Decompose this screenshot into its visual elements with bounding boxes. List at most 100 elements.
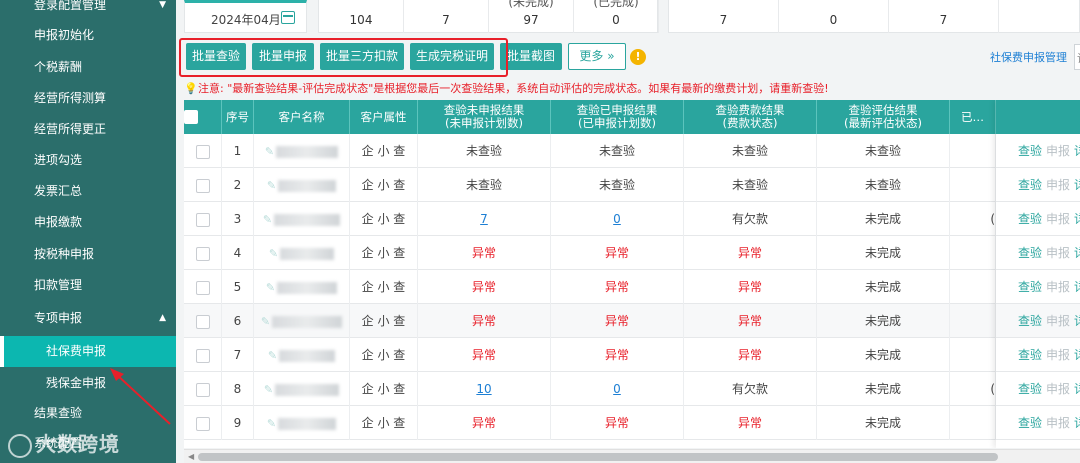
- table-row[interactable]: 5✎企 小 查异常异常异常未完成查验申报详: [184, 270, 1080, 304]
- row-checkbox-cell[interactable]: [184, 406, 222, 440]
- row-checkbox[interactable]: [195, 416, 210, 431]
- table-row[interactable]: 8✎企 小 查100有欠款未完成(查验申报详: [184, 372, 1080, 406]
- table-row[interactable]: 4✎企 小 查异常异常异常未完成查验申报详: [184, 236, 1080, 270]
- edit-icon[interactable]: ✎: [264, 383, 273, 396]
- sidebar-item-5[interactable]: 进项勾选: [0, 145, 176, 176]
- row-checkbox-cell[interactable]: [184, 372, 222, 406]
- action-declare-link[interactable]: 申报: [1046, 178, 1070, 192]
- customer-name-cell[interactable]: ✎: [254, 406, 350, 440]
- edit-icon[interactable]: ✎: [268, 349, 277, 362]
- column-header-check[interactable]: [184, 100, 222, 134]
- filter-select[interactable]: 请: [1074, 44, 1080, 70]
- row-checkbox[interactable]: [195, 280, 210, 295]
- month-picker[interactable]: 2024年04月: [184, 0, 307, 33]
- action-declare-link[interactable]: 申报: [1046, 382, 1070, 396]
- action-detail-link[interactable]: 详: [1074, 416, 1080, 430]
- sidebar-item-11[interactable]: 社保费申报: [0, 336, 176, 367]
- action-declare-link[interactable]: 申报: [1046, 212, 1070, 226]
- action-detail-link[interactable]: 详: [1074, 348, 1080, 362]
- row-checkbox-cell[interactable]: [184, 236, 222, 270]
- row-checkbox-cell[interactable]: [184, 338, 222, 372]
- edit-icon[interactable]: ✎: [261, 315, 270, 328]
- result-unreported-link[interactable]: 10: [476, 382, 491, 396]
- row-checkbox[interactable]: [195, 246, 210, 261]
- action-verify-link[interactable]: 查验: [1018, 280, 1042, 294]
- edit-icon[interactable]: ✎: [269, 247, 278, 260]
- sidebar-item-9[interactable]: 扣款管理: [0, 270, 176, 301]
- action-verify-link[interactable]: 查验: [1018, 382, 1042, 396]
- edit-icon[interactable]: ✎: [263, 213, 272, 226]
- edit-icon[interactable]: ✎: [267, 417, 276, 430]
- sidebar-item-10[interactable]: 专项申报 ▲: [0, 303, 176, 334]
- action-verify-link[interactable]: 查验: [1018, 314, 1042, 328]
- sidebar-item-3[interactable]: 经营所得测算: [0, 83, 176, 114]
- result-reported-link[interactable]: 0: [613, 212, 621, 226]
- action-detail-link[interactable]: 详: [1074, 314, 1080, 328]
- customer-name-cell[interactable]: ✎: [254, 202, 350, 236]
- sidebar-item-12[interactable]: 残保金申报: [0, 368, 176, 399]
- customer-name-cell[interactable]: ✎: [254, 338, 350, 372]
- action-declare-link[interactable]: 申报: [1046, 348, 1070, 362]
- chevron-down-icon[interactable]: ▼: [159, 0, 166, 21]
- edit-icon[interactable]: ✎: [266, 281, 275, 294]
- sidebar-item-6[interactable]: 发票汇总: [0, 176, 176, 207]
- sidebar-item-13[interactable]: 结果查验: [0, 398, 176, 429]
- action-detail-link[interactable]: 详: [1074, 144, 1080, 158]
- row-checkbox-cell[interactable]: [184, 304, 222, 338]
- result-unreported-link[interactable]: 7: [480, 212, 488, 226]
- table-row[interactable]: 7✎企 小 查异常异常异常未完成查验申报详: [184, 338, 1080, 372]
- result-reported-link[interactable]: 0: [613, 382, 621, 396]
- action-declare-link[interactable]: 申报: [1046, 280, 1070, 294]
- action-verify-link[interactable]: 查验: [1018, 416, 1042, 430]
- sidebar-item-4[interactable]: 经营所得更正: [0, 114, 176, 145]
- customer-name-cell[interactable]: ✎: [254, 304, 350, 338]
- table-row[interactable]: 6✎企 小 查异常异常异常未完成查验申报详: [184, 304, 1080, 338]
- sidebar-item-2[interactable]: 个税薪酬: [0, 52, 176, 83]
- action-declare-link[interactable]: 申报: [1046, 144, 1070, 158]
- action-declare-link[interactable]: 申报: [1046, 416, 1070, 430]
- table-row[interactable]: 9✎企 小 查异常异常异常未完成查验申报详: [184, 406, 1080, 440]
- action-verify-link[interactable]: 查验: [1018, 348, 1042, 362]
- batch-screenshot-button[interactable]: 批量截图: [500, 43, 562, 70]
- row-checkbox-cell[interactable]: [184, 202, 222, 236]
- action-detail-link[interactable]: 详: [1074, 280, 1080, 294]
- row-checkbox-cell[interactable]: [184, 168, 222, 202]
- row-checkbox[interactable]: [195, 178, 210, 193]
- action-detail-link[interactable]: 详: [1074, 178, 1080, 192]
- row-checkbox[interactable]: [195, 348, 210, 363]
- table-row[interactable]: 1✎企 小 查未查验未查验未查验未查验查验申报详: [184, 134, 1080, 168]
- edit-icon[interactable]: ✎: [267, 179, 276, 192]
- row-checkbox[interactable]: [195, 212, 210, 227]
- more-button[interactable]: 更多 »: [568, 43, 626, 70]
- select-all-checkbox[interactable]: [184, 110, 198, 124]
- row-checkbox-cell[interactable]: [184, 270, 222, 304]
- action-verify-link[interactable]: 查验: [1018, 246, 1042, 260]
- action-declare-link[interactable]: 申报: [1046, 246, 1070, 260]
- action-declare-link[interactable]: 申报: [1046, 314, 1070, 328]
- action-detail-link[interactable]: 详: [1074, 246, 1080, 260]
- sidebar-item-0[interactable]: 登录配置管理 ▼: [0, 0, 176, 21]
- sidebar-item-1[interactable]: 申报初始化: [0, 20, 176, 51]
- customer-name-cell[interactable]: ✎: [254, 134, 350, 168]
- sidebar-item-7[interactable]: 申报缴款: [0, 207, 176, 238]
- row-checkbox-cell[interactable]: [184, 134, 222, 168]
- customer-name-cell[interactable]: ✎: [254, 372, 350, 406]
- info-icon[interactable]: !: [630, 49, 646, 65]
- customer-name-cell[interactable]: ✎: [254, 168, 350, 202]
- sidebar-item-8[interactable]: 按税种申报: [0, 239, 176, 270]
- action-verify-link[interactable]: 查验: [1018, 178, 1042, 192]
- table-row[interactable]: 2✎企 小 查未查验未查验未查验未查验查验申报详: [184, 168, 1080, 202]
- scroll-left-icon[interactable]: ◀: [188, 452, 194, 461]
- customer-name-cell[interactable]: ✎: [254, 236, 350, 270]
- row-checkbox[interactable]: [195, 144, 210, 159]
- calendar-icon[interactable]: [281, 11, 295, 24]
- table-row[interactable]: 3✎企 小 查70有欠款未完成(查验申报详: [184, 202, 1080, 236]
- social-fee-management-link[interactable]: 社保费申报管理: [990, 49, 1067, 65]
- action-detail-link[interactable]: 详: [1074, 212, 1080, 226]
- action-verify-link[interactable]: 查验: [1018, 144, 1042, 158]
- horizontal-scrollbar[interactable]: ◀: [184, 449, 1080, 463]
- row-checkbox[interactable]: [195, 382, 210, 397]
- edit-icon[interactable]: ✎: [265, 145, 274, 158]
- row-checkbox[interactable]: [195, 314, 210, 329]
- action-detail-link[interactable]: 详: [1074, 382, 1080, 396]
